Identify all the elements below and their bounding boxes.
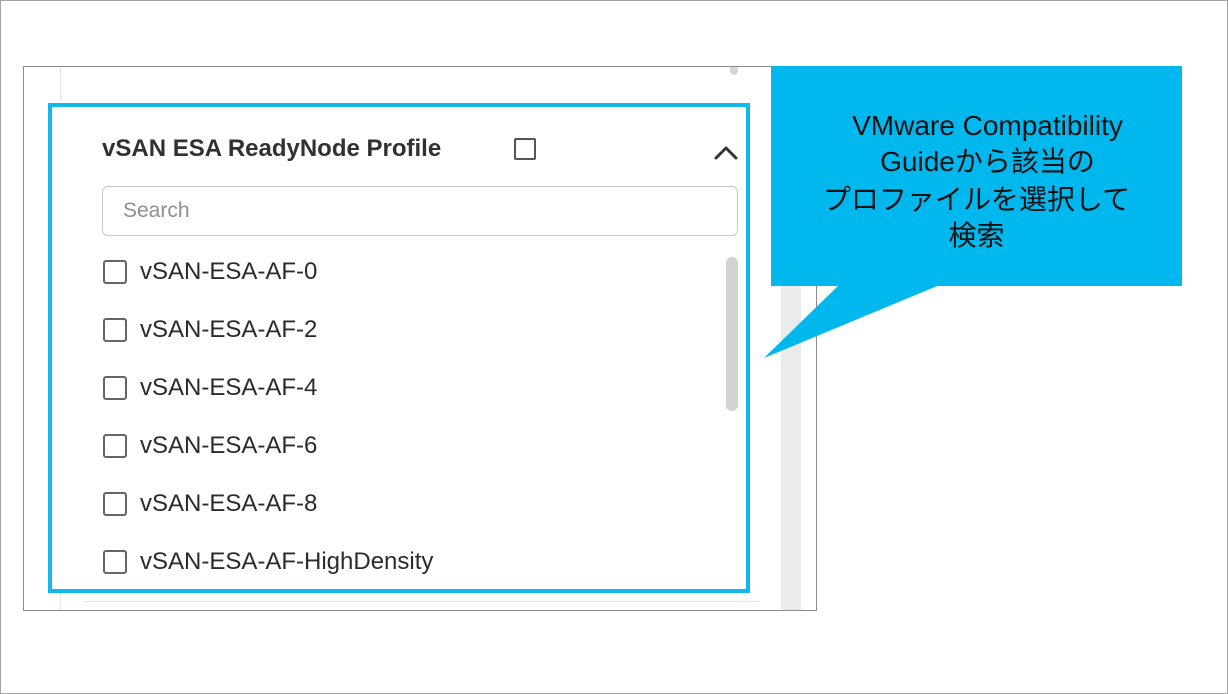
list-item[interactable]: vSAN-ESA-AF-8 bbox=[102, 486, 702, 522]
section-select-all-checkbox[interactable] bbox=[514, 138, 536, 160]
option-label: vSAN-ESA-AF-8 bbox=[140, 490, 318, 517]
callout-text: VMware Compatibility Guideから該当の プロファイルを選… bbox=[771, 108, 1182, 254]
option-checkbox[interactable] bbox=[103, 318, 127, 342]
callout-line: Guideから該当の bbox=[880, 146, 1095, 177]
option-label: vSAN-ESA-AF-0 bbox=[140, 258, 318, 285]
callout-line: 検索 bbox=[948, 220, 1005, 251]
search-input[interactable] bbox=[102, 186, 738, 236]
option-checkbox[interactable] bbox=[103, 434, 127, 458]
option-checkbox[interactable] bbox=[103, 376, 127, 400]
section-title: vSAN ESA ReadyNode Profile bbox=[102, 135, 442, 162]
list-item[interactable]: vSAN-ESA-AF-4 bbox=[102, 370, 702, 406]
option-label: vSAN-ESA-AF-2 bbox=[140, 316, 318, 343]
callout-box: VMware Compatibility Guideから該当の プロファイルを選… bbox=[771, 66, 1182, 286]
option-checkbox[interactable] bbox=[103, 260, 127, 284]
callout-line: プロファイルを選択して bbox=[822, 184, 1131, 215]
list-item[interactable]: vSAN-ESA-AF-HighDensity bbox=[102, 544, 702, 580]
callout-line: VMware Compatibility bbox=[852, 110, 1123, 141]
outer-scroll-thumb[interactable] bbox=[730, 67, 738, 75]
list-item[interactable]: vSAN-ESA-AF-0 bbox=[102, 254, 702, 290]
list-item[interactable]: vSAN-ESA-AF-6 bbox=[102, 428, 702, 464]
screenshot-frame: vSAN ESA ReadyNode Profile vSAN-ESA-AF-0… bbox=[23, 66, 817, 611]
option-label: vSAN-ESA-AF-HighDensity bbox=[140, 548, 434, 575]
option-label: vSAN-ESA-AF-4 bbox=[140, 374, 318, 401]
option-checkbox[interactable] bbox=[103, 492, 127, 516]
option-list: vSAN-ESA-AF-0 vSAN-ESA-AF-2 vSAN-ESA-AF-… bbox=[102, 254, 722, 592]
chevron-up-icon[interactable] bbox=[710, 140, 742, 166]
divider bbox=[84, 601, 760, 602]
list-scroll-thumb[interactable] bbox=[726, 257, 738, 411]
option-checkbox[interactable] bbox=[103, 550, 127, 574]
list-item[interactable]: vSAN-ESA-AF-2 bbox=[102, 312, 702, 348]
filter-panel: vSAN ESA ReadyNode Profile vSAN-ESA-AF-0… bbox=[46, 102, 748, 592]
option-label: vSAN-ESA-AF-6 bbox=[140, 432, 318, 459]
